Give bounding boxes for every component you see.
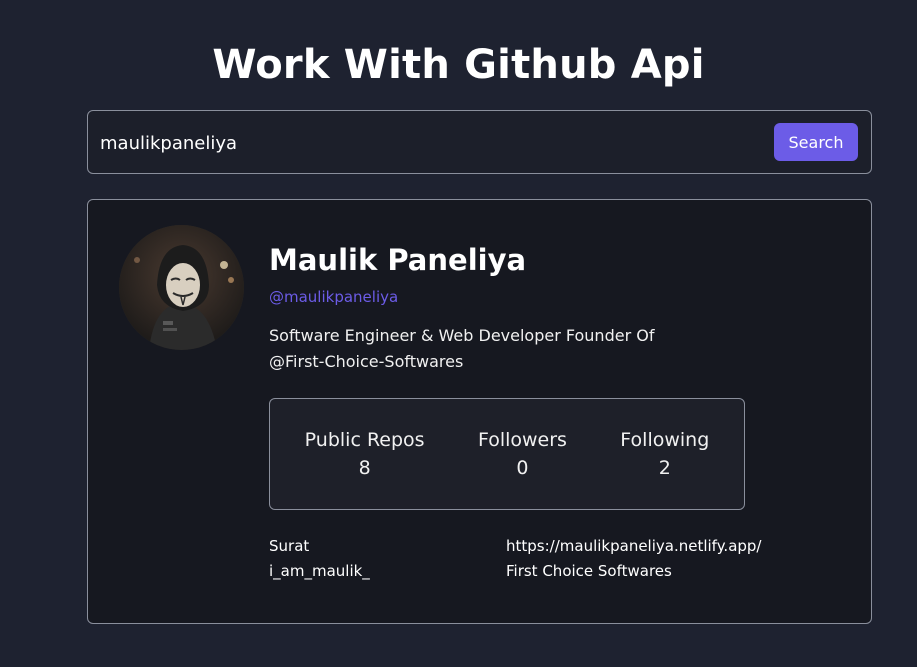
avatar-image — [119, 225, 244, 350]
user-name: Maulik Paneliya — [269, 243, 527, 277]
profile-info: Surat https://maulikpaneliya.netlify.app… — [269, 537, 761, 581]
profile-card: Maulik Paneliya @maulikpaneliya Software… — [87, 199, 872, 624]
location-text: Surat — [269, 537, 310, 555]
stat-following: Following 2 — [620, 429, 709, 479]
twitter-handle: i_am_maulik_ — [269, 562, 370, 580]
user-bio: Software Engineer & Web Developer Founde… — [269, 326, 655, 371]
stat-value: 0 — [516, 457, 529, 479]
stat-followers: Followers 0 — [478, 429, 567, 479]
blog-link[interactable]: https://maulikpaneliya.netlify.app/ — [506, 537, 761, 556]
page-title: Work With Github Api — [212, 42, 705, 88]
stats-box: Public Repos 8 Followers 0 Following 2 — [269, 398, 745, 510]
search-bar: Search — [87, 110, 872, 174]
stat-label: Public Repos — [304, 429, 425, 451]
stat-value: 8 — [358, 457, 371, 479]
stat-label: Following — [620, 429, 710, 451]
stat-public-repos: Public Repos 8 — [305, 429, 425, 479]
company-text: First Choice Softwares — [506, 562, 672, 580]
stat-value: 2 — [658, 457, 671, 479]
search-input[interactable] — [100, 125, 760, 161]
avatar — [119, 225, 244, 350]
user-login-link[interactable]: @maulikpaneliya — [269, 288, 398, 306]
search-button[interactable]: Search — [774, 123, 858, 161]
stat-label: Followers — [477, 429, 567, 451]
